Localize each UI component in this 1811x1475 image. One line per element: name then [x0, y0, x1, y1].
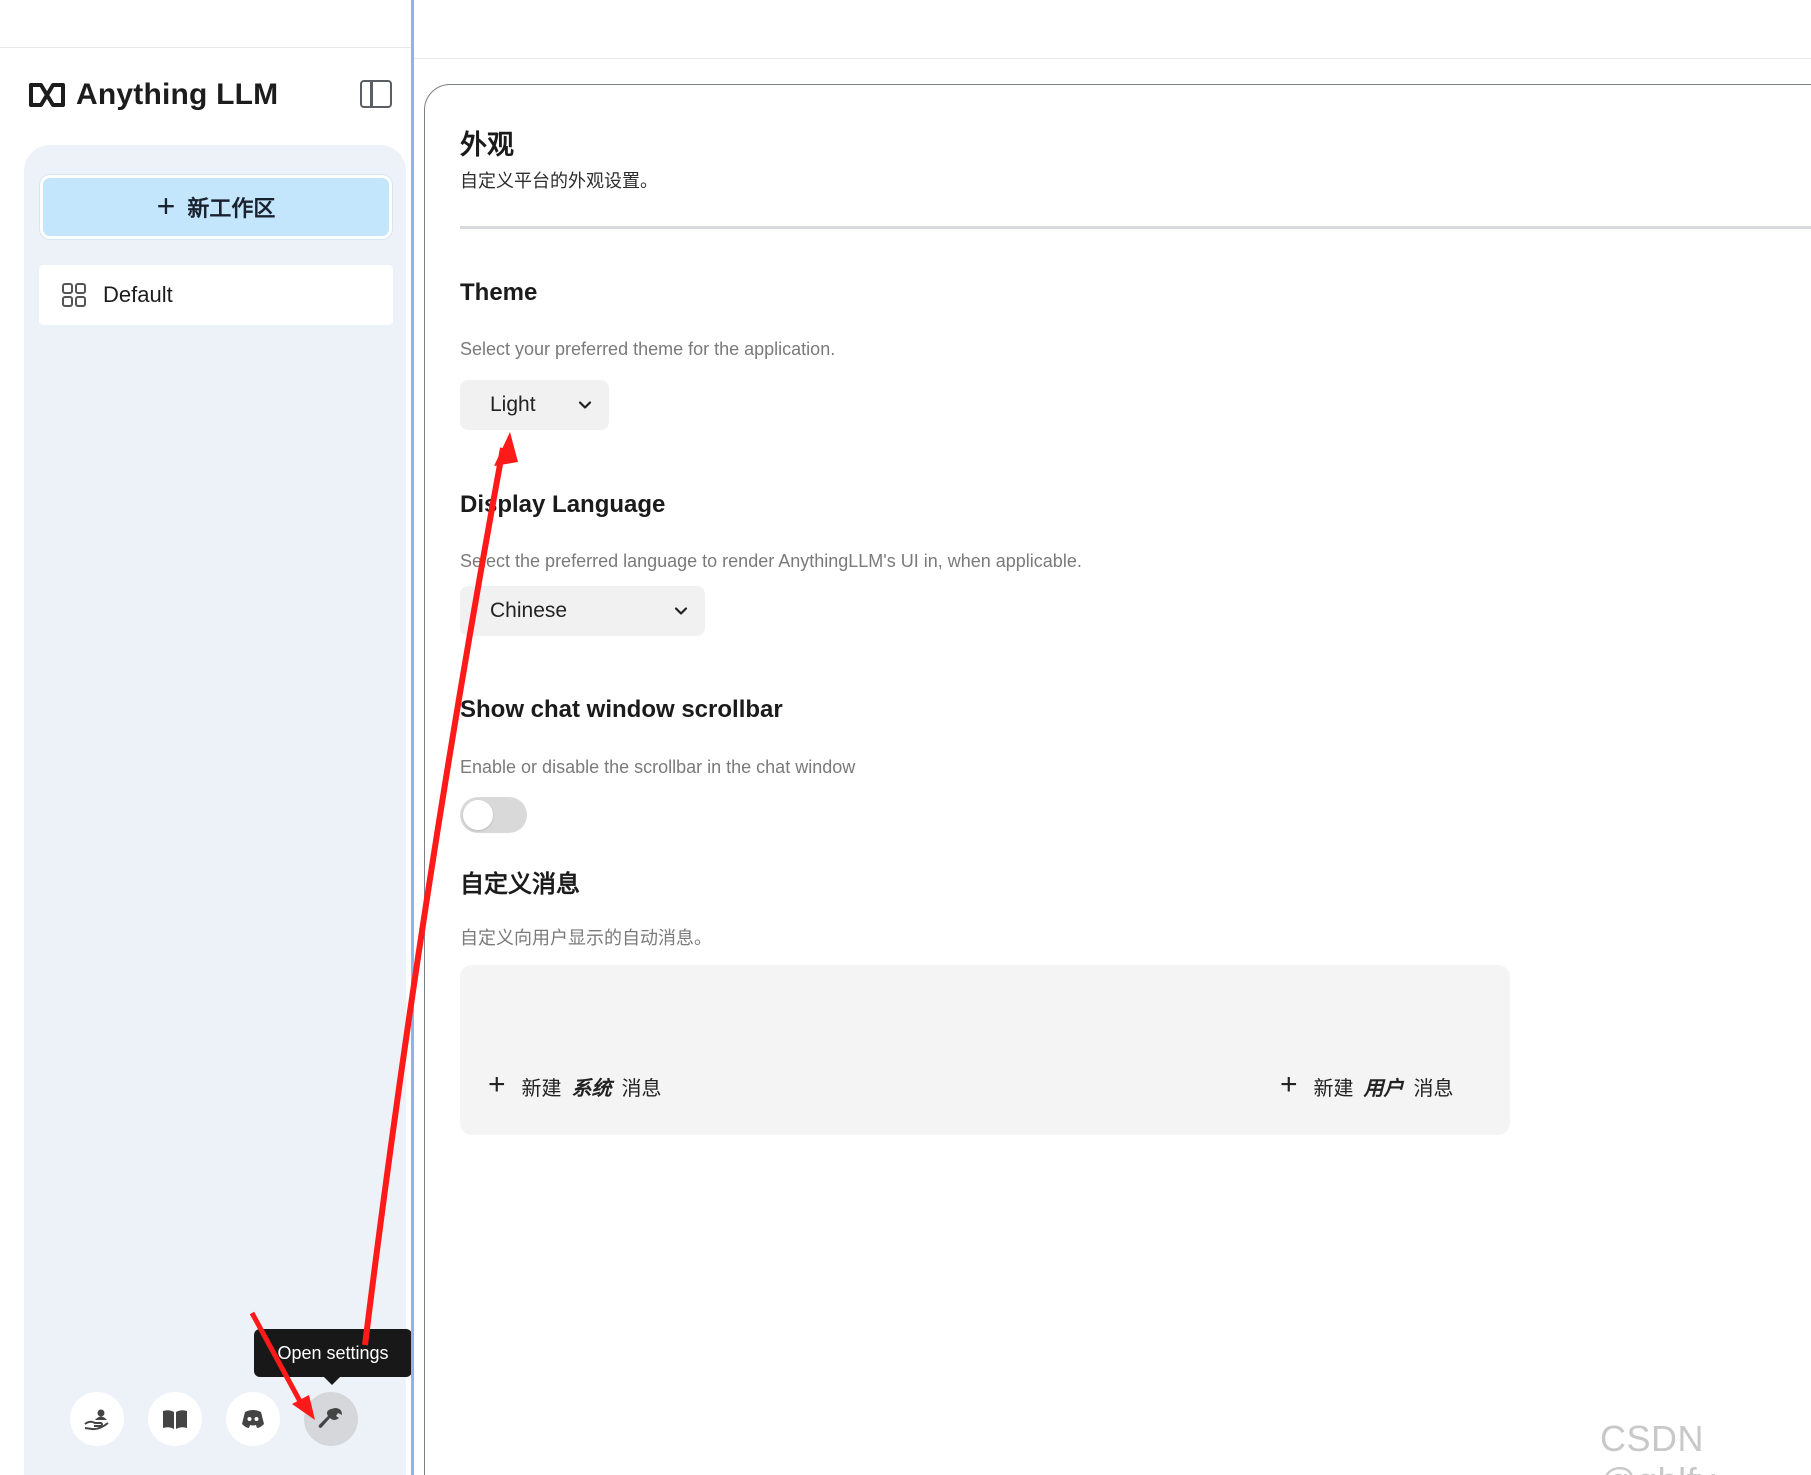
new-user-message-button[interactable]: + 新建 用户 消息: [1280, 1068, 1454, 1104]
custom-messages-description: 自定义向用户显示的自动消息。: [460, 928, 712, 948]
language-title: Display Language: [460, 491, 666, 518]
new-user-emphasis: 用户: [1363, 1077, 1404, 1100]
scrollbar-title: Show chat window scrollbar: [460, 696, 783, 723]
theme-select-value: Light: [490, 393, 536, 416]
main-top-divider: [414, 58, 1811, 59]
community-hub-icon: [84, 1409, 109, 1431]
toggle-knob: [463, 800, 493, 830]
community-hub-button[interactable]: [70, 1392, 124, 1446]
watermark: CSDN @gblfy: [1600, 1418, 1715, 1475]
sidebar-toggle-icon[interactable]: [360, 80, 392, 108]
brand: Anything LLM: [28, 74, 278, 116]
theme-title: Theme: [460, 279, 538, 306]
language-select[interactable]: Chinese: [460, 586, 705, 636]
new-system-suffix: 消息: [621, 1077, 662, 1100]
scrollbar-description: Enable or disable the scrollbar in the c…: [460, 757, 856, 777]
page-title: 外观: [460, 130, 514, 160]
new-system-emphasis: 系统: [571, 1077, 612, 1100]
new-system-message-button[interactable]: + 新建 系统 消息: [488, 1068, 662, 1104]
open-settings-button[interactable]: [304, 1392, 358, 1446]
chevron-down-icon: [674, 607, 688, 615]
anythingllm-logo-icon: [29, 83, 65, 107]
settings-tooltip: Open settings: [254, 1329, 412, 1385]
chevron-down-icon: [578, 401, 592, 409]
plus-icon: +: [1280, 1067, 1298, 1101]
plus-icon: +: [488, 1067, 506, 1101]
theme-select[interactable]: Light: [460, 380, 609, 430]
grid-icon: [62, 283, 86, 307]
new-workspace-label: 新工作区: [187, 196, 276, 221]
new-workspace-button[interactable]: + 新工作区: [40, 175, 392, 239]
theme-description: Select your preferred theme for the appl…: [460, 339, 836, 359]
docs-book-icon: [163, 1410, 187, 1429]
brand-name: Anything LLM: [76, 78, 279, 111]
language-select-value: Chinese: [490, 599, 568, 622]
docs-button[interactable]: [148, 1392, 202, 1446]
new-user-suffix: 消息: [1413, 1077, 1454, 1100]
discord-button[interactable]: [226, 1392, 280, 1446]
settings-card: [424, 84, 1811, 1475]
sidebar-top-divider: [0, 47, 412, 48]
workspace-label: Default: [103, 282, 173, 307]
scrollbar-toggle[interactable]: [460, 797, 527, 833]
sidebar-divider: [411, 0, 414, 1475]
language-description: Select the preferred language to render …: [460, 551, 1082, 571]
sidebar-footer: [70, 1392, 358, 1446]
discord-icon: [242, 1410, 264, 1428]
new-user-prefix: 新建: [1313, 1077, 1354, 1100]
wrench-settings-icon: [318, 1408, 342, 1428]
plus-icon: +: [156, 187, 176, 224]
sidebar-panel: [24, 145, 406, 1475]
custom-messages-title: 自定义消息: [460, 871, 580, 898]
page-description: 自定义平台的外观设置。: [460, 171, 658, 191]
header-divider: [460, 226, 1811, 229]
new-system-prefix: 新建: [521, 1077, 562, 1100]
custom-messages-panel: [460, 965, 1510, 1135]
workspace-item-default[interactable]: Default: [39, 265, 393, 325]
